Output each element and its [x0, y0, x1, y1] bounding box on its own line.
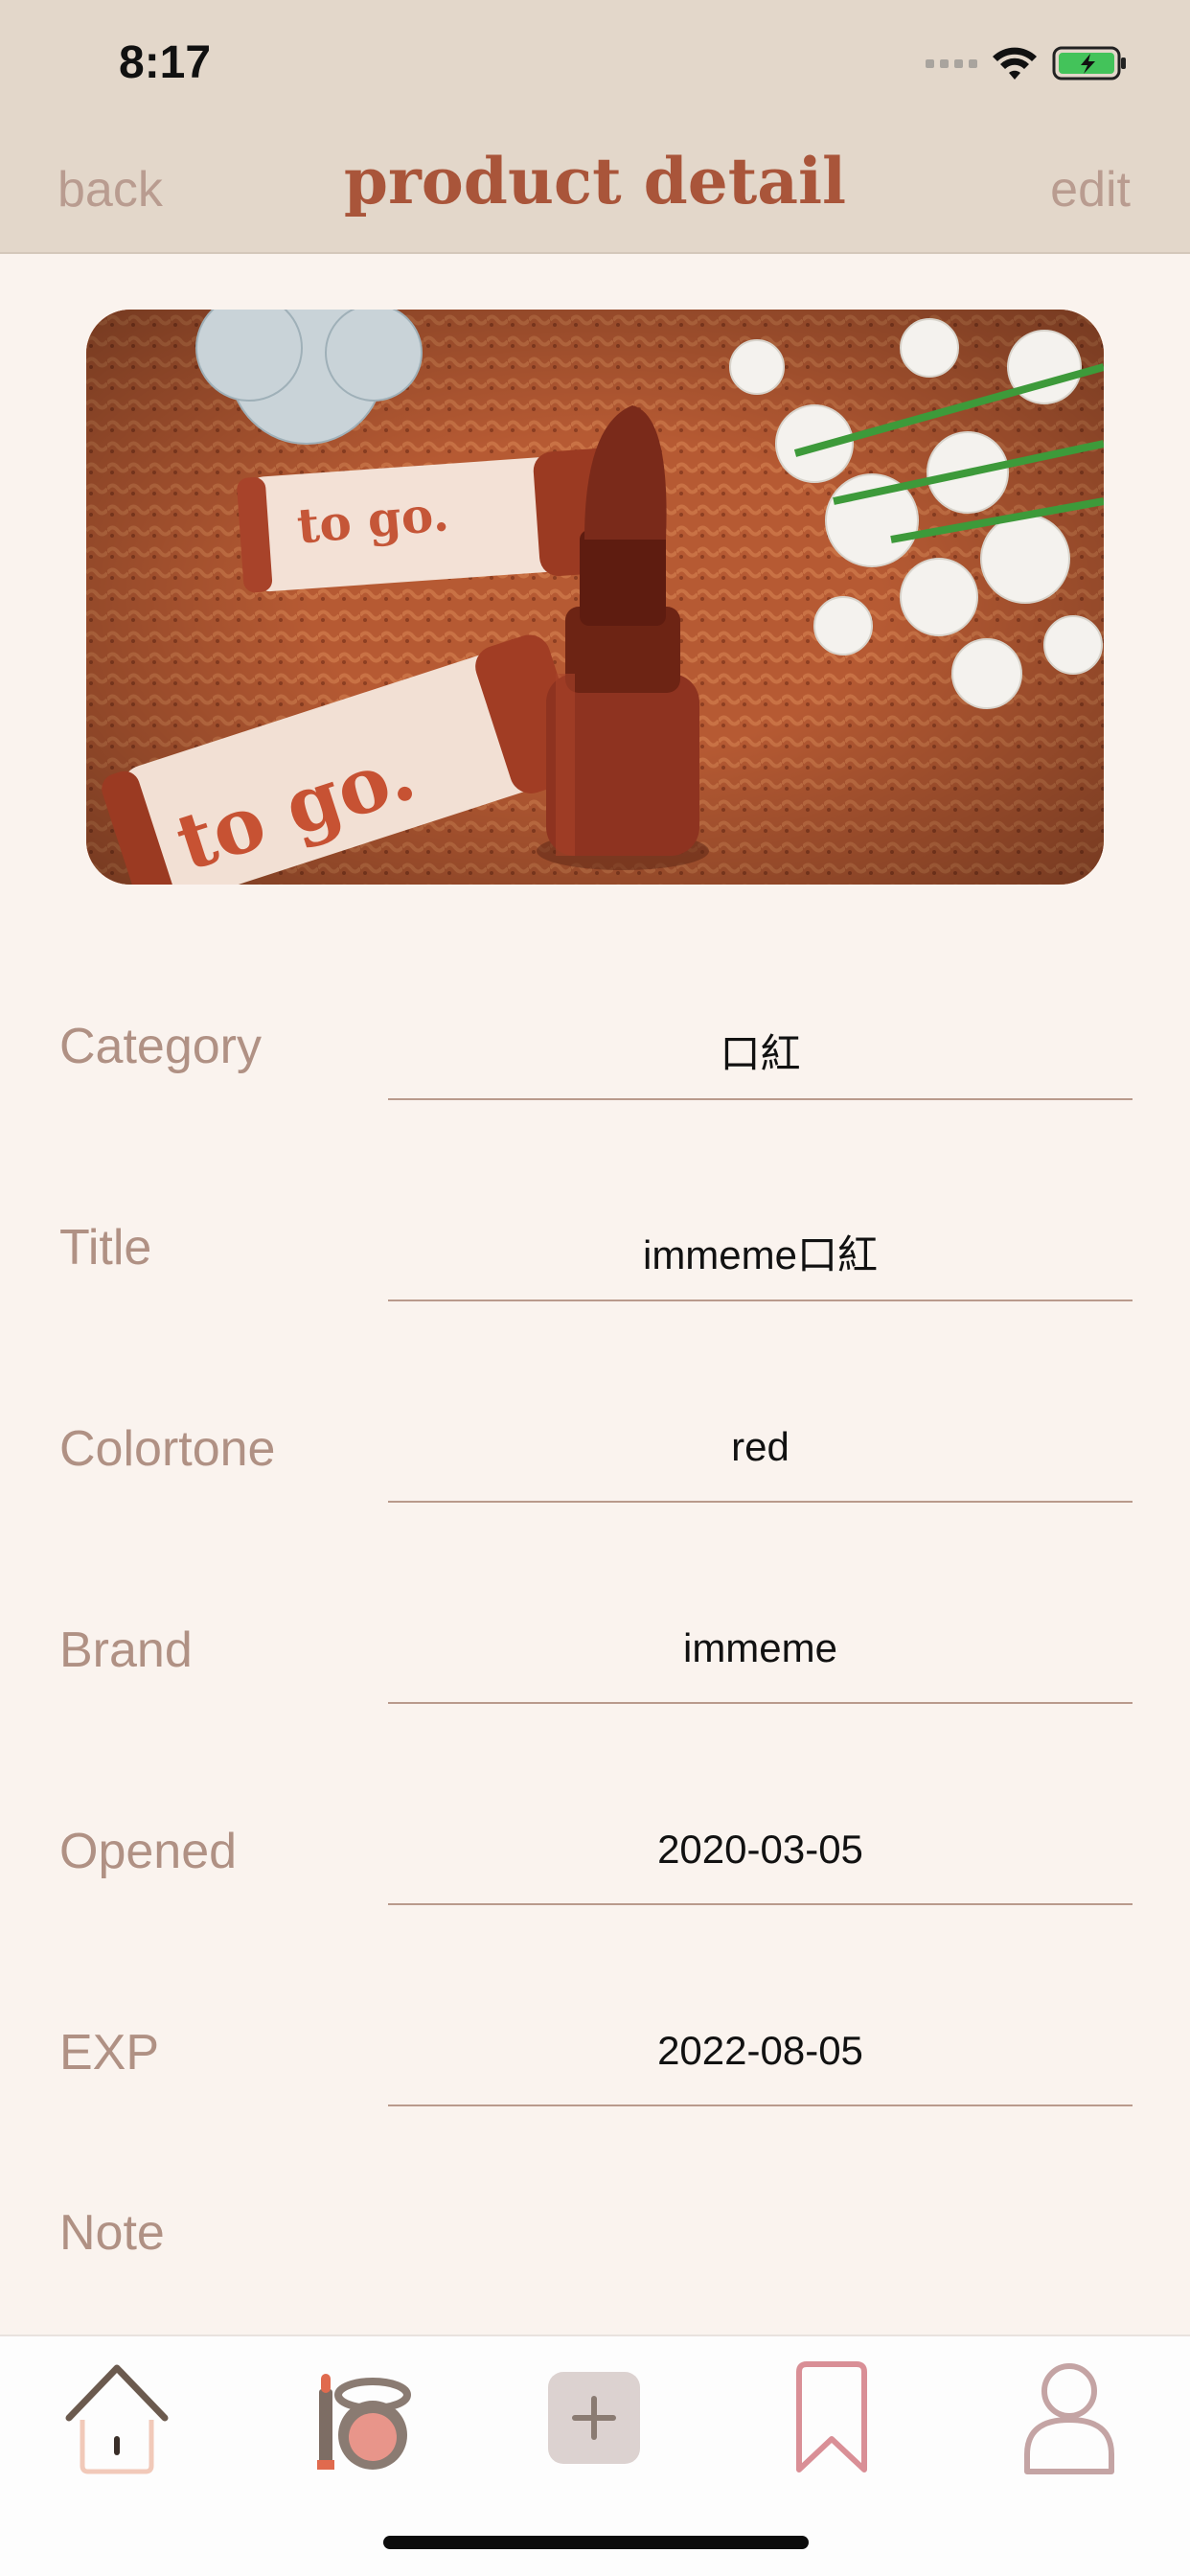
status-time: 8:17	[119, 37, 212, 88]
profile-icon	[1024, 2363, 1114, 2474]
field-label: Note	[59, 2205, 165, 2261]
field-underline	[388, 2104, 1133, 2106]
bookmark-icon	[796, 2361, 867, 2472]
field-label: Brand	[59, 1622, 193, 1678]
field-underline	[388, 1702, 1133, 1704]
header: 8:17 back product detail edit	[0, 0, 1190, 254]
cosmetics-icon	[317, 2374, 411, 2470]
field-label: Colortone	[59, 1421, 276, 1477]
field-label: Title	[59, 1220, 152, 1276]
tab-add[interactable]	[537, 2356, 652, 2480]
field-underline	[388, 1300, 1133, 1301]
product-photo: to go. to go.	[86, 310, 1104, 885]
status-indicators	[926, 42, 1129, 84]
tab-bookmark[interactable]	[774, 2356, 889, 2480]
category-value[interactable]: 口紅	[388, 1022, 1133, 1080]
battery-icon	[1052, 46, 1126, 80]
exp-value[interactable]: 2022-08-05	[388, 2028, 1133, 2074]
add-icon	[548, 2372, 640, 2464]
tab-home[interactable]	[59, 2356, 174, 2480]
colortone-value[interactable]: red	[388, 1424, 1133, 1470]
edit-button[interactable]: edit	[1050, 161, 1131, 218]
field-underline	[388, 1501, 1133, 1503]
field-underline	[388, 1903, 1133, 1905]
tab-cosmetics[interactable]	[305, 2356, 420, 2480]
home-indicator[interactable]	[383, 2536, 809, 2549]
field-underline	[388, 1098, 1133, 1100]
page-title: product detail	[343, 144, 847, 218]
wifi-icon	[993, 47, 1037, 80]
tab-profile[interactable]	[1012, 2356, 1127, 2480]
title-value[interactable]: immeme口紅	[388, 1223, 1133, 1281]
opened-value[interactable]: 2020-03-05	[388, 1827, 1133, 1873]
field-label: EXP	[59, 2025, 160, 2081]
field-label: Opened	[59, 1824, 238, 1879]
field-label: Category	[59, 1019, 262, 1074]
brand-value[interactable]: immeme	[388, 1625, 1133, 1671]
signal-icon	[926, 58, 977, 68]
home-icon	[65, 2364, 169, 2474]
lipstick-photo: to go. to go.	[86, 310, 1104, 885]
